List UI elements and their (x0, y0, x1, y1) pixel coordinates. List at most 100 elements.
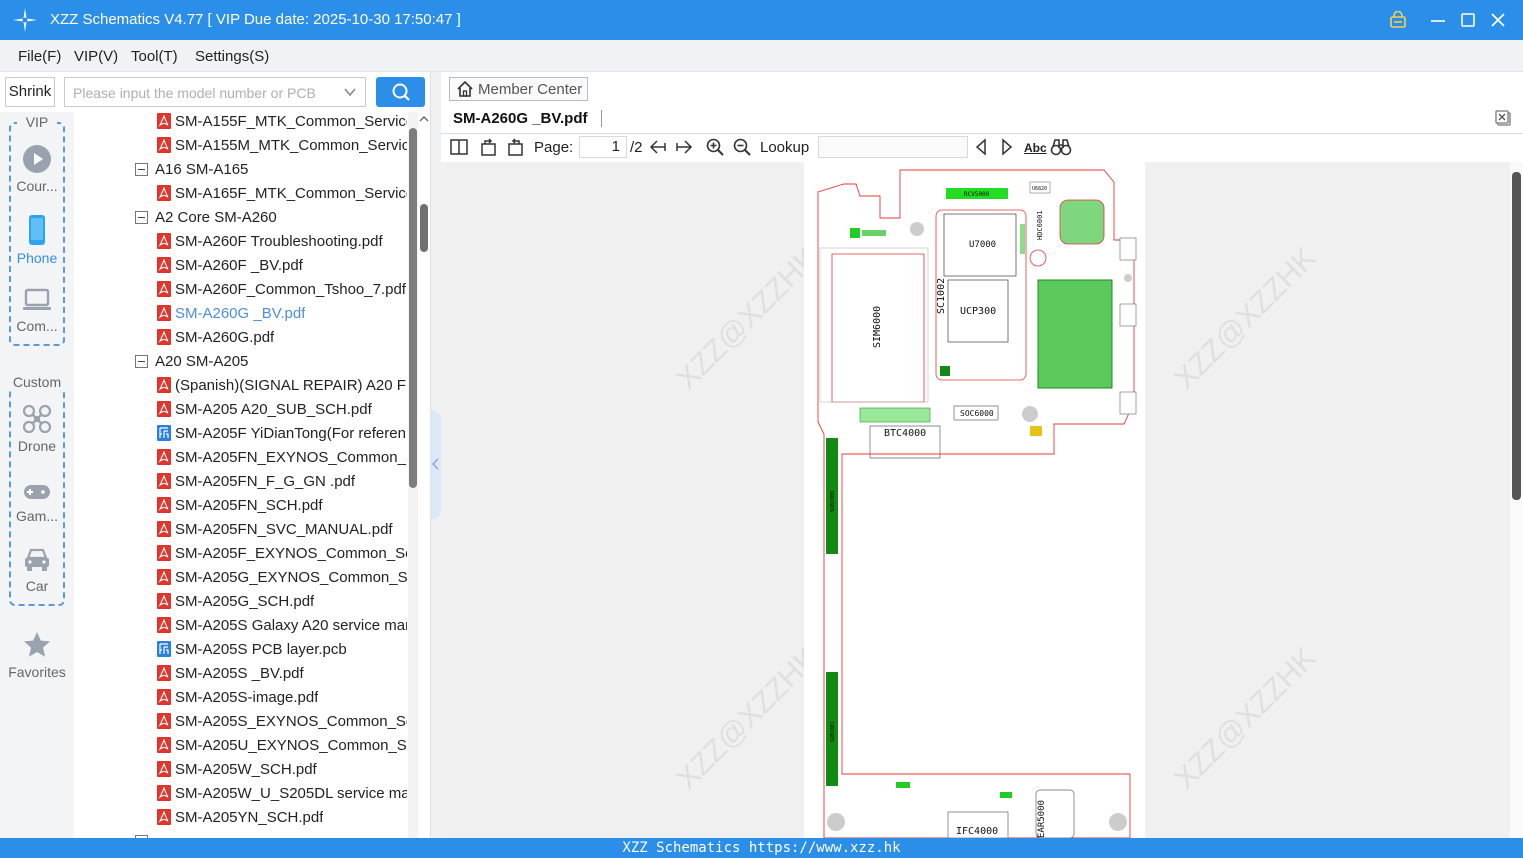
category-label: Gam... (15, 508, 58, 524)
tree-file-pdf[interactable]: SM-A205W_U_S205DL service man (157, 781, 407, 805)
next-page-icon[interactable] (674, 137, 694, 157)
tree-file-pdf[interactable]: SM-A205 A20_SUB_SCH.pdf (157, 397, 372, 421)
rotate-left-icon[interactable] (479, 137, 499, 157)
board-label: SIM6000 (872, 306, 883, 348)
page-number-input[interactable]: 1 (579, 136, 627, 158)
tree-file-pdf[interactable]: SM-A205FN_EXYNOS_Common_Se (157, 445, 407, 469)
tree-file-pdf[interactable]: SM-A205G_EXYNOS_Common_Serv (157, 565, 407, 589)
category-favorites[interactable]: Favorites (0, 630, 74, 680)
lookup-input[interactable] (818, 136, 968, 158)
file-tree: SM-A155F_MTK_Common_Service_ SM-A155M_MTK… (74, 112, 430, 838)
member-center-button[interactable]: Member Center (449, 77, 588, 101)
board-label: BTC4000 (884, 428, 926, 439)
collapse-toggle-icon[interactable] (135, 354, 148, 368)
menu-tool[interactable]: Tool(T) (131, 48, 178, 65)
viewer-scrollbar-thumb[interactable] (1512, 172, 1521, 500)
tree-file-pdf[interactable]: SM-A205W_SCH.pdf (157, 757, 317, 781)
category-drone[interactable]: Drone (0, 404, 74, 454)
close-tab-icon[interactable] (1495, 110, 1513, 128)
search-button[interactable] (376, 77, 425, 107)
search-next-icon[interactable] (998, 137, 1016, 157)
close-button[interactable] (1486, 8, 1510, 32)
document-viewer[interactable]: XZZ@XZZHK XZZ@XZZHK XZZ@XZZHK XZZ@XZZHK … (441, 162, 1510, 838)
search-previous-icon[interactable] (972, 137, 990, 157)
previous-page-icon[interactable] (648, 137, 668, 157)
tree-file-pcb[interactable]: SM-A205S PCB layer.pcb (157, 637, 347, 661)
minimize-button[interactable] (1426, 8, 1450, 32)
tree-file-pdf[interactable]: SM-A260G.pdf (157, 325, 274, 349)
page-label: Page: (534, 139, 574, 156)
category-sidebar: VIP Cour... Phone Com... Custom Drone Ga… (0, 112, 74, 838)
tree-item-label: SM-A260F Troubleshooting.pdf (175, 232, 383, 250)
tree-file-pcb[interactable]: SM-A205F YiDianTong(For referen (157, 421, 406, 445)
tree-item-label: A2 Core SM-A260 (155, 208, 277, 226)
binoculars-icon[interactable] (1050, 137, 1072, 157)
category-phone[interactable]: Phone (0, 214, 74, 266)
shrink-button[interactable]: Shrink (5, 77, 55, 107)
pcb-board-diagram: RCV5000 U6820 U7000 HDC6001 SC1002 UCP30… (817, 169, 1137, 838)
tree-file-pdf[interactable]: SM-A205S_EXYNOS_Common_Serv (157, 709, 407, 733)
category-courses[interactable]: Cour... (0, 144, 74, 194)
tree-file-pdf[interactable]: SM-A205G_SCH.pdf (157, 589, 314, 613)
tree-item-label: SM-A205F YiDianTong(For referen (175, 424, 406, 442)
tree-file-pdf[interactable]: SM-A260F Troubleshooting.pdf (157, 229, 383, 253)
tree-file-pdf[interactable]: SM-A205S Galaxy A20 service man (157, 613, 407, 637)
tree-folder[interactable] (135, 829, 155, 838)
pcb-file-icon (157, 641, 171, 657)
tree-file-pdf[interactable]: SM-A205S-image.pdf (157, 685, 318, 709)
tree-folder[interactable]: A16 SM-A165 (135, 157, 248, 181)
tree-file-pdf[interactable]: SM-A205S _BV.pdf (157, 661, 304, 685)
tree-file-pdf[interactable]: SM-A205U_EXYNOS_Common_Serv (157, 733, 407, 757)
tree-folder[interactable]: A2 Core SM-A260 (135, 205, 277, 229)
page-total: /2 (630, 139, 643, 156)
tree-item-label: SM-A205S _BV.pdf (175, 664, 304, 682)
tree-item-label: SM-A260G.pdf (175, 328, 275, 346)
category-car[interactable]: Car (0, 546, 74, 594)
tree-file-pdf[interactable]: (Spanish)(SIGNAL REPAIR) A20 FUL (157, 373, 407, 397)
lock-icon[interactable] (1386, 8, 1410, 32)
zoom-in-icon[interactable] (705, 137, 725, 157)
tree-file-pdf[interactable]: SM-A205YN_SCH.pdf (157, 805, 323, 829)
tree-file-pdf[interactable]: SM-A260G _BV.pdf (157, 301, 305, 325)
tree-file-pdf[interactable]: SM-A205FN_SCH.pdf (157, 493, 323, 517)
maximize-button[interactable] (1456, 8, 1480, 32)
menu-settings[interactable]: Settings(S) (195, 48, 269, 65)
tree-file-pdf[interactable]: SM-A260F_Common_Tshoo_7.pdf (157, 277, 406, 301)
sidebar-toggle-icon[interactable] (449, 137, 469, 157)
collapse-toggle-icon[interactable] (135, 210, 148, 224)
tab-document[interactable]: SM-A260G _BV.pdf (453, 110, 603, 127)
tree-file-pdf[interactable]: SM-A205FN_F_G_GN .pdf (157, 469, 355, 493)
menu-file[interactable]: File(F) (18, 48, 61, 65)
tree-outer-scrollbar-thumb[interactable] (420, 204, 428, 252)
document-tabs: SM-A260G _BV.pdf (441, 106, 1523, 134)
tree-folder[interactable]: A20 SM-A205 (135, 349, 248, 373)
search-combobox[interactable] (64, 77, 366, 107)
board-label: RCV5000 (964, 191, 990, 198)
collapse-panel-handle[interactable] (430, 410, 441, 520)
search-icon (392, 83, 410, 101)
board-label: UCP300 (960, 306, 996, 317)
tree-item-label: SM-A205U_EXYNOS_Common_Serv (175, 736, 407, 754)
pdf-file-icon (157, 377, 171, 393)
tree-scrollbar-thumb[interactable] (409, 128, 417, 488)
category-computer[interactable]: Com... (0, 286, 74, 334)
category-label: Car (25, 578, 49, 594)
category-games[interactable]: Gam... (0, 480, 74, 524)
tree-file-pdf[interactable]: SM-A155F_MTK_Common_Service_ (157, 112, 407, 133)
chevron-down-icon[interactable] (343, 85, 357, 99)
tree-file-pdf[interactable]: SM-A205F_EXYNOS_Common_Serv (157, 541, 407, 565)
zoom-out-icon[interactable] (732, 137, 752, 157)
tree-item-label: SM-A205S_EXYNOS_Common_Serv (175, 712, 407, 730)
tree-file-pdf[interactable]: SM-A260F _BV.pdf (157, 253, 303, 277)
tree-file-pdf[interactable]: SM-A155M_MTK_Common_Service (157, 133, 407, 157)
tree-file-pdf[interactable]: SM-A205FN_SVC_MANUAL.pdf (157, 517, 393, 541)
menu-vip[interactable]: VIP(V) (74, 48, 118, 65)
search-input[interactable] (73, 83, 333, 103)
collapse-toggle-icon[interactable] (135, 162, 148, 176)
rotate-right-icon[interactable] (505, 137, 525, 157)
tree-item-label: SM-A155M_MTK_Common_Service (175, 136, 407, 154)
scroll-up-arrow-icon[interactable] (419, 114, 429, 124)
tree-item-label: SM-A205W_SCH.pdf (175, 760, 317, 778)
tree-file-pdf[interactable]: SM-A165F_MTK_Common_Service_ (157, 181, 407, 205)
match-case-button[interactable]: Abc (1024, 141, 1047, 155)
